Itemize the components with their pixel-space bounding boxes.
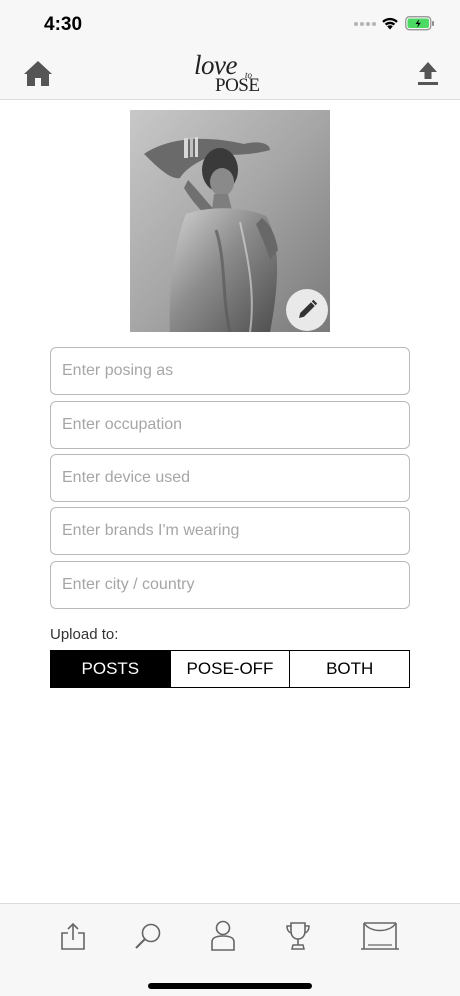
share-icon <box>61 922 85 950</box>
stage-icon <box>361 922 399 950</box>
cellular-signal-icon <box>354 22 376 26</box>
status-bar: 4:30 <box>0 0 460 48</box>
upload-icon <box>418 62 438 85</box>
device-field[interactable] <box>50 454 410 502</box>
posing-as-field[interactable] <box>50 347 410 395</box>
trophy-icon <box>286 922 310 950</box>
tab-profile[interactable] <box>203 916 243 956</box>
home-button[interactable] <box>22 58 54 88</box>
occupation-input[interactable] <box>51 402 409 448</box>
battery-icon <box>405 16 434 31</box>
upload-posts-option[interactable]: POSTS <box>51 651 171 687</box>
app-logo: love to POSE <box>190 50 272 96</box>
profile-photo[interactable] <box>130 110 330 332</box>
tab-trophy[interactable] <box>278 916 318 956</box>
city-field[interactable] <box>50 561 410 609</box>
logo-pose-text: POSE <box>215 75 260 96</box>
tab-share[interactable] <box>53 916 93 956</box>
navigation-bar: love to POSE <box>0 48 460 100</box>
home-icon <box>24 61 52 86</box>
edit-photo-button[interactable] <box>286 289 328 331</box>
device-input[interactable] <box>51 455 409 501</box>
profile-icon <box>211 920 235 951</box>
pencil-icon <box>299 299 318 318</box>
tab-stage[interactable] <box>360 916 400 956</box>
city-input[interactable] <box>51 562 409 608</box>
occupation-field[interactable] <box>50 401 410 449</box>
status-time: 4:30 <box>44 14 83 35</box>
tab-search[interactable] <box>128 916 168 956</box>
search-icon <box>135 923 161 949</box>
brands-input[interactable] <box>51 508 409 554</box>
upload-pose-off-option[interactable]: POSE-OFF <box>170 651 291 687</box>
upload-both-option[interactable]: BOTH <box>290 651 410 687</box>
upload-to-label: Upload to: <box>50 626 119 643</box>
home-indicator <box>148 983 312 989</box>
posing-as-input[interactable] <box>51 348 409 394</box>
upload-destination-control: POSTS POSE-OFF BOTH <box>50 650 410 688</box>
wifi-icon <box>382 17 398 30</box>
upload-button[interactable] <box>416 60 440 86</box>
tab-bar <box>0 903 460 996</box>
brands-field[interactable] <box>50 507 410 555</box>
